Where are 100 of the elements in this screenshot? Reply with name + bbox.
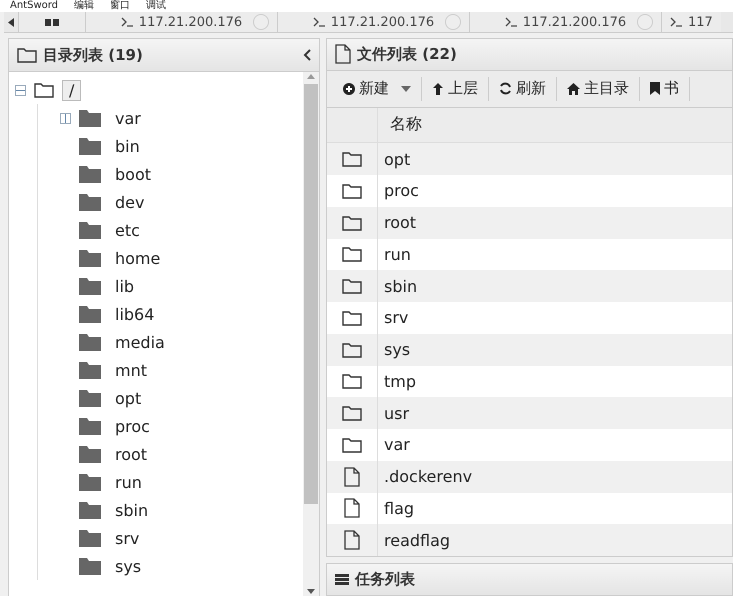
folder-icon <box>342 373 362 390</box>
tree-item[interactable]: boot <box>115 164 152 184</box>
tree-item[interactable]: sys <box>115 556 142 576</box>
tab[interactable]: 117.21.200.176 <box>470 12 662 32</box>
tab[interactable]: 117.21.200.176 <box>278 12 470 32</box>
tab-label: 117 <box>688 14 713 30</box>
up-arrow-icon <box>432 82 444 96</box>
file-name[interactable]: proc <box>378 181 419 200</box>
terminal-icon <box>504 17 517 27</box>
folder-icon <box>79 446 101 462</box>
menu-item[interactable]: 编辑 <box>74 0 94 12</box>
folder-icon <box>79 334 101 350</box>
expand-toggle-icon[interactable] <box>60 112 71 124</box>
grid-icon <box>45 18 59 26</box>
tree-item[interactable]: sbin <box>115 500 148 520</box>
folder-icon <box>342 278 362 294</box>
bookmark-icon <box>650 82 660 96</box>
tree-item[interactable]: lib <box>115 276 134 296</box>
collapse-toggle-icon[interactable] <box>15 84 26 96</box>
folder-icon <box>79 194 101 210</box>
folder-icon <box>79 222 101 238</box>
tree-item[interactable]: lib64 <box>115 304 154 324</box>
tab[interactable] <box>19 12 86 32</box>
tree-item[interactable]: proc <box>115 416 150 436</box>
tree-item[interactable]: bin <box>115 136 140 156</box>
file-icon <box>344 530 360 550</box>
file-name[interactable]: run <box>378 244 411 264</box>
menu-item[interactable]: AntSword <box>10 0 58 12</box>
folder-icon <box>342 151 362 168</box>
tree-item[interactable]: home <box>115 248 160 268</box>
folder-icon <box>79 362 101 378</box>
toolbar-button[interactable]: 上层 <box>422 76 489 101</box>
toolbar-button[interactable]: 书 <box>640 76 690 101</box>
scroll-down-icon[interactable] <box>306 588 316 596</box>
folder-icon <box>79 474 101 490</box>
folder-icon <box>79 558 101 574</box>
folder-icon <box>34 82 54 98</box>
file-name[interactable]: usr <box>378 404 410 423</box>
folder-icon <box>79 278 101 294</box>
collapse-icon[interactable] <box>303 49 311 61</box>
tree-item[interactable]: mnt <box>115 360 147 380</box>
panel-title: 目录列表 (19) <box>43 46 143 64</box>
tree-item[interactable]: / <box>62 80 82 100</box>
folder-icon <box>79 530 101 546</box>
file-name[interactable]: flag <box>378 498 414 518</box>
file-name[interactable]: root <box>378 213 416 232</box>
file-name[interactable]: opt <box>378 150 410 169</box>
folder-icon <box>79 250 101 266</box>
file-name[interactable]: readflag <box>378 530 450 550</box>
toolbar-button[interactable]: 新建 <box>333 76 422 101</box>
home-icon <box>567 82 580 95</box>
folder-icon <box>17 47 37 63</box>
panel-title: 文件列表 (22) <box>357 44 457 64</box>
tree-item[interactable]: root <box>115 444 148 464</box>
tab-label: 117.21.200.176 <box>138 14 242 30</box>
tab[interactable]: 117 <box>662 12 721 32</box>
refresh-icon <box>499 82 512 96</box>
tree-item[interactable]: srv <box>115 528 140 548</box>
toolbar-button[interactable]: 刷新 <box>489 76 557 101</box>
folder-icon <box>79 166 101 182</box>
folder-icon <box>342 436 362 453</box>
terminal-icon <box>312 17 325 27</box>
file-name[interactable]: sbin <box>378 276 418 296</box>
file-name[interactable]: .dockerenv <box>378 467 472 486</box>
file-icon <box>335 44 351 64</box>
terminal-icon <box>120 17 133 27</box>
file-name[interactable]: srv <box>378 308 408 328</box>
folder-icon <box>79 110 101 126</box>
folder-icon <box>79 138 101 154</box>
tree-item[interactable]: opt <box>115 388 142 408</box>
folder-icon <box>342 182 362 199</box>
plus-circle-icon <box>343 82 355 95</box>
tree-item[interactable]: etc <box>115 220 140 240</box>
tree-item[interactable]: run <box>115 472 142 492</box>
terminal-icon <box>670 17 682 27</box>
folder-icon <box>342 214 362 231</box>
tree-item[interactable]: dev <box>115 192 144 212</box>
column-header[interactable]: 名称 <box>378 108 422 142</box>
menu-item[interactable]: 调试 <box>146 0 166 12</box>
panel-title: 任务列表 <box>355 570 415 589</box>
file-name[interactable]: var <box>378 435 410 454</box>
list-icon <box>335 574 349 585</box>
toolbar-button[interactable]: 主目录 <box>557 76 640 101</box>
folder-icon <box>342 310 362 326</box>
tab-label: 117.21.200.176 <box>330 14 434 30</box>
folder-icon <box>79 390 101 406</box>
tab[interactable]: 117.21.200.176 <box>86 12 278 32</box>
tab-label: 117.21.200.176 <box>522 14 626 30</box>
tree-item[interactable]: media <box>115 332 165 352</box>
file-name[interactable]: tmp <box>378 372 416 391</box>
folder-icon <box>342 246 362 262</box>
scrollbar[interactable] <box>303 72 319 596</box>
file-icon <box>344 466 360 487</box>
left-arrow-icon[interactable] <box>8 18 14 26</box>
file-name[interactable]: sys <box>378 340 410 360</box>
tree-item[interactable]: var <box>115 108 141 128</box>
folder-icon <box>342 342 362 358</box>
folder-icon <box>79 306 101 322</box>
folder-icon <box>79 418 101 434</box>
folder-icon <box>79 502 101 518</box>
